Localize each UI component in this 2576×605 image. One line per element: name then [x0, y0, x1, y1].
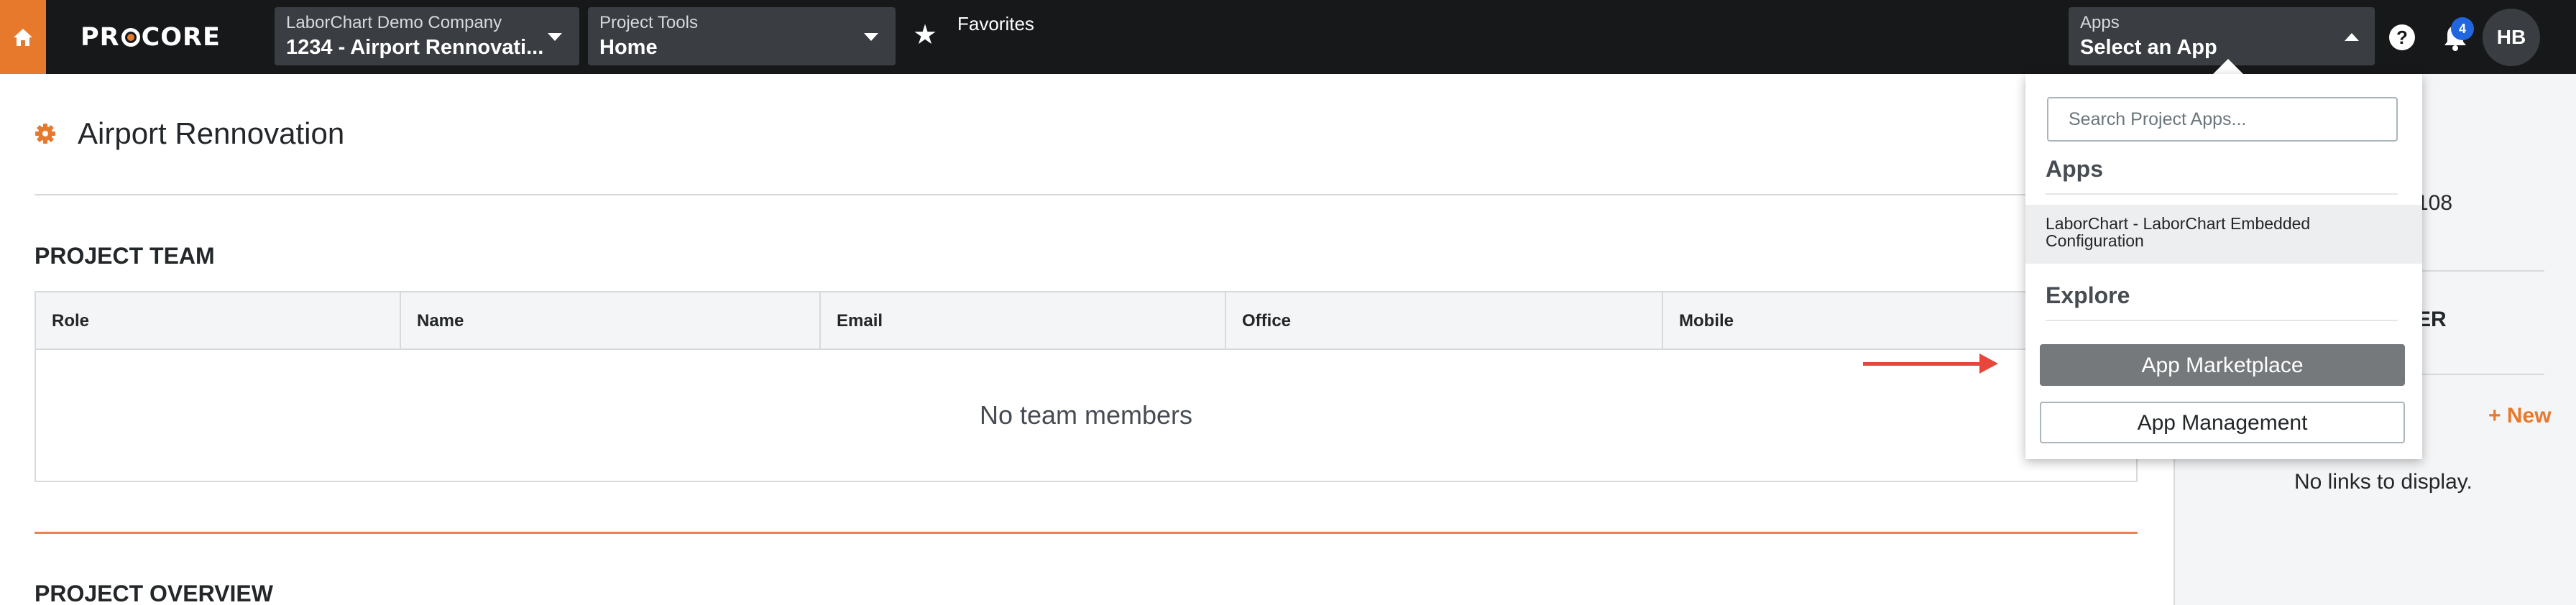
explore-heading: Explore [2046, 282, 2130, 308]
project-tools-selector[interactable]: Project Tools Home [588, 7, 896, 65]
column-header-role[interactable]: Role [36, 292, 401, 350]
star-icon: ★ [913, 20, 938, 50]
user-avatar[interactable]: HB [2483, 9, 2540, 66]
caret-up-icon [2345, 33, 2359, 41]
apps-heading: Apps [2046, 156, 2103, 182]
dropdown-pointer [2212, 59, 2244, 75]
dropdown-divider [2046, 193, 2398, 195]
gear-icon[interactable] [34, 123, 56, 144]
project-overview-heading: PROJECT OVERVIEW [34, 581, 273, 605]
column-header-office[interactable]: Office [1226, 292, 1663, 350]
project-team-heading: PROJECT TEAM [34, 243, 215, 269]
empty-team-message: No team members [979, 400, 1193, 430]
column-header-name[interactable]: Name [401, 292, 821, 350]
home-button[interactable] [0, 0, 46, 74]
notification-count-badge: 4 [2451, 17, 2474, 40]
favorites-label: Favorites [957, 13, 1034, 34]
company-selector[interactable]: LaborChart Demo Company 1234 - Airport R… [275, 7, 579, 65]
apps-selector-value: Select an App [2080, 36, 2217, 59]
page-title: Airport Rennovation [78, 116, 345, 150]
company-selector-value: 1234 - Airport Rennovati... [286, 36, 544, 59]
title-divider [34, 194, 2138, 195]
page-title-row: Airport Rennovation [34, 112, 344, 155]
apps-selector-label: Apps [2080, 13, 2120, 32]
dropdown-divider [2046, 320, 2398, 321]
app-marketplace-button[interactable]: App Marketplace [2040, 344, 2405, 386]
sidebar-divider [2415, 270, 2544, 272]
caret-down-icon [548, 33, 562, 41]
table-header-row: Role Name Email Office Mobile [36, 292, 2136, 350]
logo-o-mark [121, 28, 140, 47]
no-links-message: No links to display. [2294, 470, 2472, 494]
project-team-table: Role Name Email Office Mobile No team me… [34, 291, 2138, 482]
new-link-button[interactable]: + New [2488, 404, 2552, 428]
annotation-arrow-head [1979, 354, 1998, 374]
apps-selector[interactable]: Apps Select an App [2069, 7, 2375, 65]
project-tools-label: Project Tools [599, 13, 698, 32]
annotation-arrow-line [1863, 362, 1984, 366]
search-apps-input[interactable] [2047, 97, 2398, 142]
company-selector-label: LaborChart Demo Company [286, 13, 502, 32]
home-icon [14, 28, 32, 46]
caret-down-icon [864, 33, 878, 41]
sidebar-divider [2415, 374, 2544, 375]
app-menu-item-laborchart[interactable]: LaborChart - LaborChart Embedded Configu… [2025, 205, 2422, 264]
top-navigation-bar: PR CORE LaborChart Demo Company 1234 - Ai… [0, 0, 2576, 74]
column-header-email[interactable]: Email [821, 292, 1226, 350]
help-icon[interactable]: ? [2389, 24, 2415, 50]
section-divider [34, 532, 2138, 534]
app-management-button[interactable]: App Management [2040, 402, 2405, 443]
apps-dropdown-menu: Apps LaborChart - LaborChart Embedded Co… [2025, 74, 2422, 459]
procore-logo[interactable]: PR CORE [80, 22, 221, 53]
project-tools-value: Home [599, 36, 658, 59]
